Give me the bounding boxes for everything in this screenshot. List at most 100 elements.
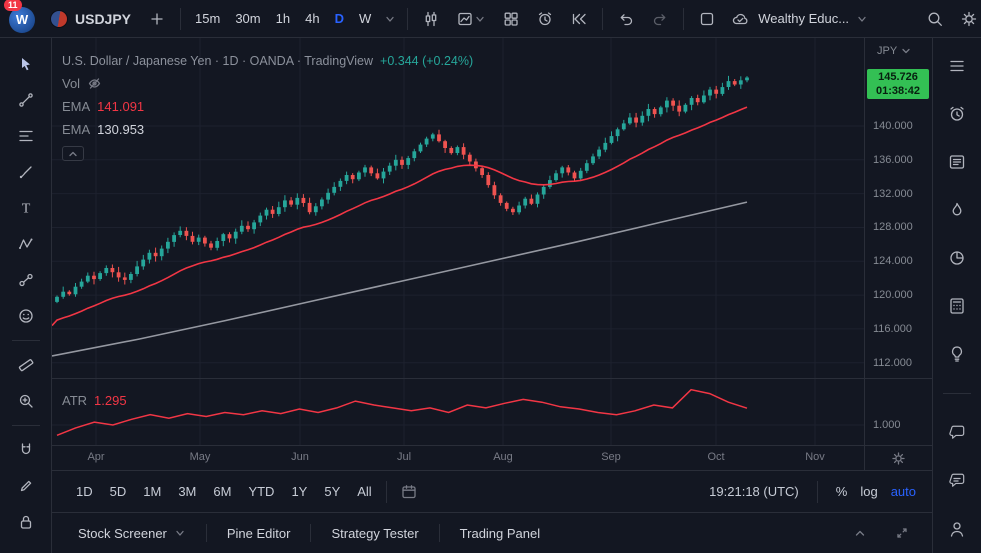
range-5y[interactable]: 5Y — [316, 479, 348, 504]
ema-slow-label: EMA — [62, 122, 90, 137]
indicator-templates-button[interactable] — [495, 3, 527, 35]
zoom-tool-button[interactable] — [7, 384, 45, 418]
open-panel-button[interactable] — [844, 517, 876, 549]
select-layout-button[interactable] — [691, 3, 723, 35]
maximize-panel-button[interactable] — [886, 517, 918, 549]
chart-title: U.S. Dollar / Japanese Yen · 1D · OANDA … — [62, 54, 373, 68]
redo-button[interactable] — [644, 3, 676, 35]
log-scale-button[interactable]: log — [860, 484, 877, 499]
chart-legend: U.S. Dollar / Japanese Yen · 1D · OANDA … — [62, 49, 473, 161]
utc-clock[interactable]: 19:21:18 (UTC) — [709, 484, 799, 499]
ideas-button[interactable] — [941, 338, 973, 370]
magnet-tool-button[interactable] — [7, 433, 45, 467]
collapse-legend-button[interactable] — [62, 146, 84, 161]
indicators-button[interactable] — [449, 3, 493, 35]
percent-scale-button[interactable]: % — [836, 484, 848, 499]
ideas-lightbulb-icon — [947, 344, 967, 364]
tab-strategy-tester[interactable]: Strategy Tester — [311, 513, 438, 553]
save-layout-button[interactable]: Wealthy Educ... — [725, 5, 874, 33]
last-price-badge[interactable]: 145.726 01:38:42 — [867, 69, 929, 99]
watchlist-button[interactable] — [941, 50, 973, 82]
time-axis[interactable]: AprMayJunJulAugSepOctNov — [52, 445, 864, 470]
chart-style-button[interactable] — [415, 3, 447, 35]
bar-replay-button[interactable] — [563, 3, 595, 35]
atr-scale[interactable]: 1.000 — [865, 378, 932, 445]
range-all[interactable]: All — [349, 479, 379, 504]
prediction-tool-button[interactable] — [7, 263, 45, 297]
month-label-may: May — [190, 451, 211, 463]
fib-retracement-tool-button[interactable] — [7, 119, 45, 153]
layout-square-icon — [698, 10, 716, 28]
chat-button[interactable] — [941, 417, 973, 449]
toolbar-divider — [683, 8, 684, 30]
symbol-legend-row[interactable]: U.S. Dollar / Japanese Yen · 1D · OANDA … — [62, 49, 473, 72]
symbol-search-button[interactable]: USDJPY — [42, 5, 139, 33]
atr-chart[interactable] — [52, 379, 864, 445]
drawing-mode-button[interactable] — [7, 469, 45, 503]
community-button[interactable] — [941, 513, 973, 545]
emoji-tool-button[interactable] — [7, 299, 45, 333]
axis-settings-corner[interactable] — [865, 445, 932, 470]
ema-fast-label: EMA — [62, 99, 90, 114]
undo-icon — [617, 10, 635, 28]
interval-menu-button[interactable] — [380, 3, 400, 35]
tab-stock-screener[interactable]: Stock Screener — [58, 513, 206, 553]
cloud-check-icon — [731, 10, 751, 28]
plus-icon — [148, 10, 166, 28]
undo-button[interactable] — [610, 3, 642, 35]
interval-1h[interactable]: 1h — [269, 6, 297, 31]
lock-drawings-button[interactable] — [7, 505, 45, 539]
private-chat-button[interactable] — [941, 465, 973, 497]
create-alert-button[interactable] — [529, 3, 561, 35]
interval-30m[interactable]: 30m — [228, 6, 267, 31]
atr-pane[interactable]: ATR 1.295 — [52, 378, 864, 445]
range-3m[interactable]: 3M — [170, 479, 204, 504]
eye-slash-icon[interactable] — [87, 76, 102, 91]
pattern-tool-button[interactable] — [7, 227, 45, 261]
ideas-stream-button[interactable] — [941, 242, 973, 274]
volume-legend-row[interactable]: Vol — [62, 72, 473, 95]
data-window-button[interactable] — [941, 290, 973, 322]
toolbar-divider — [12, 340, 40, 341]
interval-15m[interactable]: 15m — [188, 6, 227, 31]
interval-d[interactable]: D — [328, 6, 351, 31]
date-range-group: 1D5D1M3M6MYTD1Y5YAll — [68, 479, 380, 504]
range-ytd[interactable]: YTD — [240, 479, 282, 504]
chat-icon — [947, 423, 967, 443]
compare-add-button[interactable] — [141, 3, 173, 35]
price-pane[interactable]: U.S. Dollar / Japanese Yen · 1D · OANDA … — [52, 38, 864, 378]
svg-text:T: T — [21, 202, 30, 217]
auto-scale-button[interactable]: auto — [891, 484, 916, 499]
chart-properties-button[interactable] — [953, 3, 981, 35]
chevron-down-icon — [474, 13, 486, 25]
interval-w[interactable]: W — [352, 6, 378, 31]
brush-tool-button[interactable] — [7, 155, 45, 189]
price-scale[interactable]: JPY 145.726 01:38:42 140.000136.000132.0… — [865, 38, 932, 378]
hotlists-button[interactable] — [941, 194, 973, 226]
news-button[interactable] — [941, 146, 973, 178]
text-tool-button[interactable]: T — [7, 191, 45, 225]
cursor-tool-button[interactable] — [7, 47, 45, 81]
quick-search-button[interactable] — [919, 3, 951, 35]
tab-pine-editor[interactable]: Pine Editor — [207, 513, 311, 553]
account-menu-button[interactable]: 11 W — [6, 3, 38, 35]
chevron-up-icon — [68, 150, 78, 158]
go-to-date-button[interactable] — [393, 476, 425, 508]
measure-tool-button[interactable] — [7, 348, 45, 382]
range-6m[interactable]: 6M — [205, 479, 239, 504]
last-price-value: 145.726 — [867, 70, 929, 84]
range-1d[interactable]: 1D — [68, 479, 101, 504]
range-5d[interactable]: 5D — [102, 479, 135, 504]
atr-legend-row[interactable]: ATR 1.295 — [62, 393, 127, 408]
ema-fast-legend-row[interactable]: EMA 141.091 — [62, 95, 473, 118]
price-level-label: 120.000 — [873, 289, 913, 301]
range-1m[interactable]: 1M — [135, 479, 169, 504]
currency-toggle[interactable]: JPY — [877, 45, 911, 57]
stock-screener-label: Stock Screener — [78, 526, 167, 541]
alerts-button[interactable] — [941, 98, 973, 130]
trend-line-tool-button[interactable] — [7, 83, 45, 117]
range-1y[interactable]: 1Y — [283, 479, 315, 504]
interval-4h[interactable]: 4h — [298, 6, 326, 31]
tab-trading-panel[interactable]: Trading Panel — [440, 513, 560, 553]
ema-slow-legend-row[interactable]: EMA 130.953 — [62, 118, 473, 141]
